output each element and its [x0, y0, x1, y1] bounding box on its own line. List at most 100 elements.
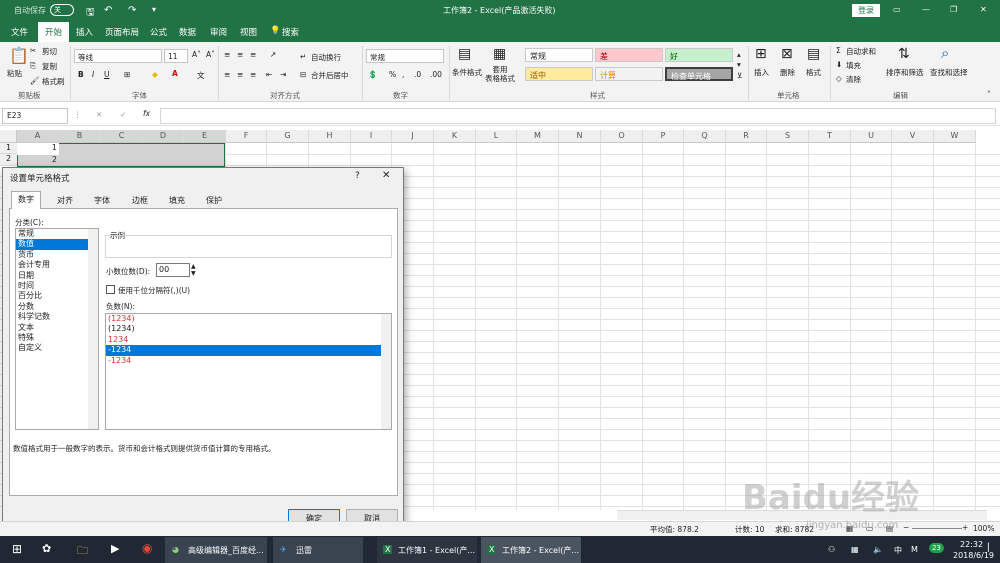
number-format-select[interactable]: 常规 [366, 49, 444, 63]
autosum-icon[interactable]: Σ [836, 46, 841, 55]
menu-file[interactable]: 文件 [11, 26, 28, 38]
category-general[interactable]: 常规 [16, 229, 98, 239]
fill-color-icon[interactable]: ◆ [152, 70, 158, 79]
menu-data[interactable]: 数据 [179, 26, 196, 38]
format-as-table-icon[interactable]: ▦ [493, 46, 506, 62]
task-view-icon[interactable]: ✿ [42, 542, 51, 555]
border-icon[interactable]: ⊞ [124, 70, 130, 79]
tab-protection[interactable]: 保护 [200, 193, 228, 208]
insert-cells-icon[interactable]: ⊞ [755, 46, 767, 62]
find-select-icon[interactable]: ⌕ [941, 44, 949, 62]
autosave-toggle[interactable]: 关 [50, 4, 74, 16]
copy-button[interactable]: 复制 [42, 61, 57, 72]
decrease-indent-icon[interactable]: ⇤ [266, 70, 272, 79]
column-header-o[interactable]: O [601, 130, 643, 143]
negative-option-4[interactable]: -1234 [106, 345, 381, 356]
tell-me-search[interactable]: 搜索 [282, 26, 299, 38]
zoom-in-icon[interactable]: + [962, 523, 968, 532]
cancel-formula-icon[interactable]: ✕ [96, 110, 102, 119]
menu-formulas[interactable]: 公式 [150, 26, 167, 38]
negative-option-1[interactable]: (1234) [106, 314, 391, 324]
column-header-c[interactable]: C [101, 130, 143, 143]
collapse-ribbon-icon[interactable]: ˄ [987, 90, 991, 99]
increase-decimal-icon[interactable]: .0 [414, 70, 421, 79]
mail-icon[interactable]: M [911, 545, 918, 554]
thousands-separator-label[interactable]: 使用千位分隔符(,)(U) [118, 285, 190, 296]
styles-scroll-down-icon[interactable]: ▾ [737, 60, 741, 69]
delete-cells-icon[interactable]: ⊠ [781, 46, 793, 62]
category-currency[interactable]: 货币 [16, 250, 98, 260]
format-cells-button[interactable]: 格式 [806, 67, 821, 78]
cut-button[interactable]: 剪切 [42, 46, 57, 57]
save-icon[interactable]: 🖫 [86, 5, 95, 22]
name-box[interactable]: E23 [2, 108, 68, 124]
style-bad[interactable]: 差 [595, 48, 663, 62]
clear-icon[interactable]: ◇ [836, 74, 842, 83]
menu-review[interactable]: 审阅 [210, 26, 227, 38]
conditional-format-icon[interactable]: ▤ [458, 46, 471, 62]
align-bottom-icon[interactable]: ≡ [250, 50, 256, 59]
column-header-r[interactable]: R [726, 130, 767, 143]
negative-option-2[interactable]: (1234) [106, 324, 391, 334]
format-cells-icon[interactable]: ▤ [807, 46, 820, 62]
paste-button[interactable]: 粘贴 [7, 68, 22, 79]
dialog-close-icon[interactable]: ✕ [382, 170, 390, 181]
column-header-p[interactable]: P [643, 130, 684, 143]
paste-icon[interactable]: 📋 [9, 46, 29, 65]
file-explorer-icon[interactable]: 🗀 [77, 542, 88, 561]
category-list[interactable]: 常规 数值 货币 会计专用 日期 时间 百分比 分数 科学记数 文本 特殊 自定… [15, 228, 99, 430]
cut-icon[interactable]: ✂ [30, 46, 36, 55]
select-all-corner[interactable] [0, 130, 17, 143]
font-size-select[interactable]: 11 [164, 49, 188, 63]
column-header-i[interactable]: I [351, 130, 392, 143]
windows-start-icon[interactable]: ⊞ [12, 542, 22, 556]
menu-insert[interactable]: 插入 [76, 26, 93, 38]
column-header-b[interactable]: B [59, 130, 101, 143]
sort-filter-button[interactable]: 排序和筛选 [886, 67, 924, 78]
orientation-icon[interactable]: ↗ [270, 50, 276, 59]
menu-page-layout[interactable]: 页面布局 [105, 26, 139, 38]
cell-a1[interactable]: 1 [17, 143, 59, 155]
category-time[interactable]: 时间 [16, 281, 98, 291]
negative-numbers-list[interactable]: (1234) (1234) 1234 -1234 -1234 [105, 313, 392, 430]
close-window-icon[interactable]: ✕ [980, 5, 987, 14]
style-good[interactable]: 好 [665, 48, 733, 62]
underline-button[interactable]: U [104, 70, 110, 79]
align-center-icon[interactable]: ≡ [237, 70, 243, 79]
increase-indent-icon[interactable]: ⇥ [280, 70, 286, 79]
tab-border[interactable]: 边框 [126, 193, 154, 208]
cell-a2[interactable]: 2 [17, 155, 59, 166]
category-number[interactable]: 数值 [16, 239, 98, 250]
name-box-dropdown-icon[interactable]: ⋮ [74, 110, 82, 119]
style-normal[interactable]: 常规 [525, 48, 593, 62]
row-header-2[interactable]: 2 [0, 154, 17, 165]
negative-option-5[interactable]: -1234 [106, 356, 391, 366]
network-icon[interactable]: ▦ [851, 545, 859, 554]
chrome-icon[interactable]: ◉ [142, 541, 152, 555]
column-header-q[interactable]: Q [684, 130, 726, 143]
grow-font-icon[interactable]: A˄ [192, 50, 201, 59]
style-check-cell[interactable]: 检查单元格 [665, 67, 733, 81]
column-header-h[interactable]: H [309, 130, 351, 143]
notification-badge[interactable]: 23 [929, 543, 944, 553]
shrink-font-icon[interactable]: A˅ [206, 50, 215, 59]
menu-view[interactable]: 视图 [240, 26, 257, 38]
align-right-icon[interactable]: ≡ [250, 70, 256, 79]
column-header-v[interactable]: V [892, 130, 934, 143]
fill-button[interactable]: 填充 [846, 60, 861, 71]
volume-icon[interactable]: 🔈 [873, 545, 883, 554]
ribbon-display-icon[interactable]: ▭ [893, 5, 901, 14]
tab-alignment[interactable]: 对齐 [51, 193, 79, 208]
conditional-format-button[interactable]: 条件格式 [452, 67, 482, 78]
phonetic-icon[interactable]: 文 [197, 70, 205, 81]
column-header-j[interactable]: J [392, 130, 434, 143]
column-header-g[interactable]: G [267, 130, 309, 143]
fill-icon[interactable]: ⬇ [836, 60, 842, 69]
column-header-a[interactable]: A [17, 130, 59, 143]
align-middle-icon[interactable]: ≡ [237, 50, 243, 59]
bold-button[interactable]: B [78, 70, 84, 79]
currency-icon[interactable]: 💲 [368, 70, 377, 79]
style-calculation[interactable]: 计算 [595, 67, 663, 81]
zoom-out-icon[interactable]: − [903, 523, 909, 532]
category-accounting[interactable]: 会计专用 [16, 260, 98, 270]
